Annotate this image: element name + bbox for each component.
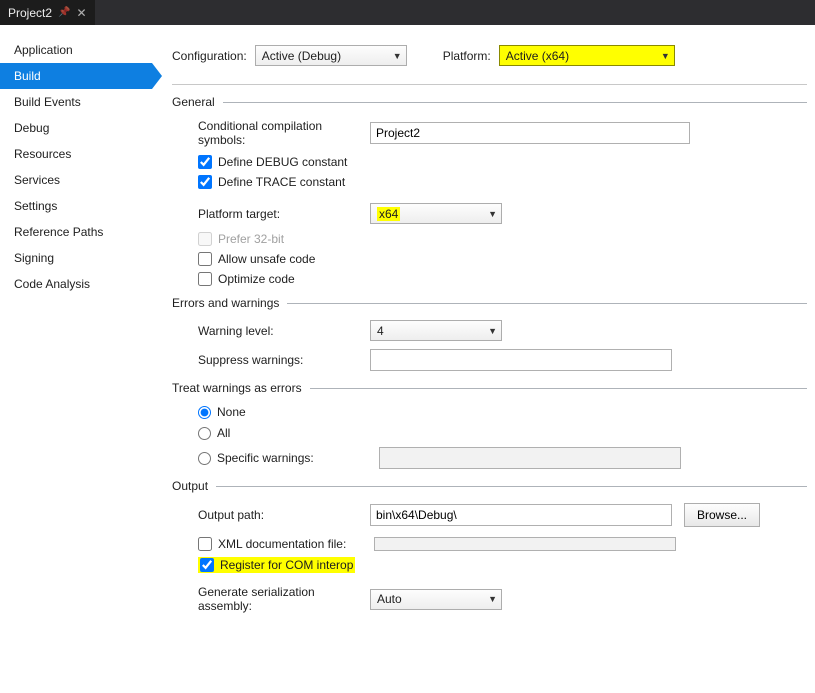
conditional-symbols-label: Conditional compilation symbols:: [198, 119, 370, 147]
sidebar-item-code-analysis[interactable]: Code Analysis: [0, 271, 152, 297]
sidebar-item-signing[interactable]: Signing: [0, 245, 152, 271]
configuration-dropdown[interactable]: Active (Debug) ▼: [255, 45, 407, 66]
document-tab[interactable]: Project2 📌 ✕: [0, 0, 95, 25]
sidebar-item-build-events[interactable]: Build Events: [0, 89, 152, 115]
platform-dropdown[interactable]: Active (x64) ▼: [499, 45, 675, 66]
browse-button[interactable]: Browse...: [684, 503, 760, 527]
platform-target-label: Platform target:: [198, 207, 370, 221]
platform-label: Platform:: [443, 49, 491, 63]
build-page: Configuration: Active (Debug) ▼ Platform…: [152, 25, 815, 693]
register-com-checkbox[interactable]: [200, 558, 214, 572]
treat-none-radio[interactable]: [198, 406, 211, 419]
allow-unsafe-checkbox[interactable]: [198, 252, 212, 266]
sidebar-item-settings[interactable]: Settings: [0, 193, 152, 219]
sidebar-item-application[interactable]: Application: [0, 37, 152, 63]
sidebar-item-debug[interactable]: Debug: [0, 115, 152, 141]
conditional-symbols-input[interactable]: [370, 122, 690, 144]
xml-doc-input: [374, 537, 676, 551]
warning-level-dropdown[interactable]: 4 ▼: [370, 320, 502, 341]
xml-doc-checkbox[interactable]: [198, 537, 212, 551]
suppress-warnings-input[interactable]: [370, 349, 672, 371]
suppress-warnings-label: Suppress warnings:: [198, 353, 370, 367]
optimize-code-checkbox[interactable]: [198, 272, 212, 286]
sidebar-item-reference-paths[interactable]: Reference Paths: [0, 219, 152, 245]
chevron-down-icon: ▼: [488, 326, 497, 336]
prefer-32bit-checkbox: [198, 232, 212, 246]
warning-level-label: Warning level:: [198, 324, 370, 338]
tab-title: Project2: [8, 6, 52, 20]
treat-specific-radio[interactable]: [198, 452, 211, 465]
gen-serialization-dropdown[interactable]: Auto ▼: [370, 589, 502, 610]
section-general: General: [172, 95, 215, 109]
property-tabs-sidebar: Application Build Build Events Debug Res…: [0, 25, 152, 693]
section-treat-warnings: Treat warnings as errors: [172, 381, 302, 395]
configuration-label: Configuration:: [172, 49, 247, 63]
chevron-down-icon: ▼: [488, 209, 497, 219]
define-trace-checkbox[interactable]: [198, 175, 212, 189]
gen-serialization-label: Generate serialization assembly:: [198, 585, 370, 613]
chevron-down-icon: ▼: [488, 594, 497, 604]
section-errors-warnings: Errors and warnings: [172, 296, 279, 310]
treat-all-radio[interactable]: [198, 427, 211, 440]
chevron-down-icon: ▼: [393, 51, 402, 61]
section-output: Output: [172, 479, 208, 493]
sidebar-item-resources[interactable]: Resources: [0, 141, 152, 167]
output-path-input[interactable]: [370, 504, 672, 526]
title-bar: Project2 📌 ✕: [0, 0, 815, 25]
sidebar-item-services[interactable]: Services: [0, 167, 152, 193]
define-debug-checkbox[interactable]: [198, 155, 212, 169]
platform-target-dropdown[interactable]: x64 ▼: [370, 203, 502, 224]
pin-icon[interactable]: 📌: [58, 7, 70, 18]
close-icon[interactable]: ✕: [76, 6, 86, 20]
sidebar-item-build[interactable]: Build: [0, 63, 152, 89]
output-path-label: Output path:: [198, 508, 370, 522]
treat-specific-input: [379, 447, 681, 469]
chevron-down-icon: ▼: [661, 51, 670, 61]
